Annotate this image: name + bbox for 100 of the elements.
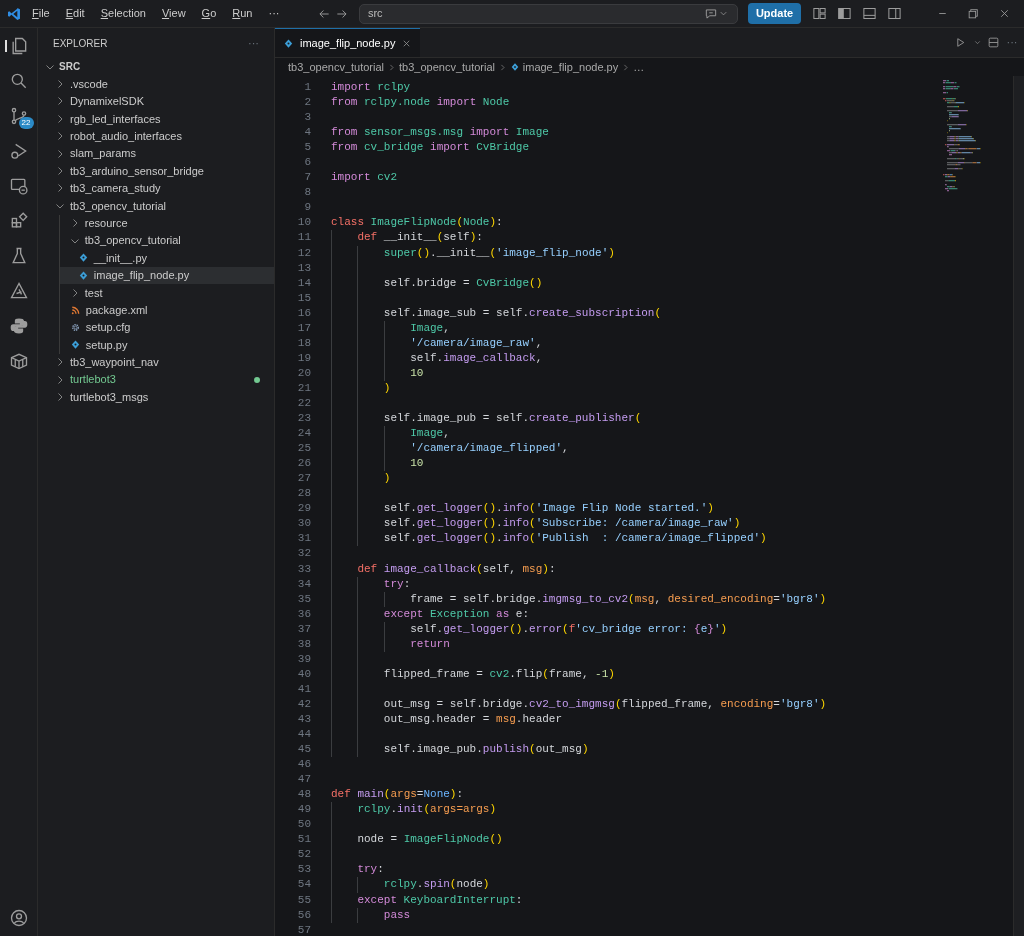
- update-button[interactable]: Update: [747, 3, 802, 24]
- line-number: 51: [296, 832, 311, 848]
- panel-toggle-icon[interactable]: [862, 6, 878, 21]
- tree-item[interactable]: slam_params: [38, 144, 274, 163]
- line-number: 9: [303, 200, 311, 216]
- more-actions-button[interactable]: ···: [1005, 33, 1019, 52]
- rss-icon: [69, 304, 81, 316]
- sidebar-toggle-icon[interactable]: [837, 6, 853, 21]
- line-number: 43: [296, 711, 311, 727]
- line-number: 50: [296, 817, 311, 833]
- section-header[interactable]: SRC: [38, 58, 274, 76]
- line-number: 33: [296, 561, 311, 577]
- line-number: 13: [296, 260, 311, 276]
- line-number: 17: [296, 320, 311, 336]
- run-debug-icon: [8, 141, 29, 161]
- breadcrumb-item[interactable]: tb3_opencv_tutorial: [288, 58, 384, 76]
- line-number: 24: [296, 426, 311, 442]
- menu-item[interactable]: File: [25, 3, 56, 24]
- tree-item[interactable]: DynamixelSDK: [38, 92, 274, 111]
- tree-item[interactable]: image_flip_node.py: [60, 266, 274, 285]
- tree-item[interactable]: tb3_waypoint_nav: [38, 353, 274, 372]
- line-number: 23: [296, 411, 311, 427]
- line-number: 48: [296, 787, 311, 803]
- line-number: 30: [296, 516, 311, 532]
- menu-item[interactable]: ···: [262, 3, 286, 24]
- line-number: 42: [296, 696, 311, 712]
- menu-item[interactable]: Edit: [59, 3, 91, 24]
- tree-item[interactable]: setup.cfg: [60, 318, 274, 337]
- python-file-icon: [77, 252, 89, 264]
- line-number: 54: [296, 877, 311, 893]
- more-actions-button[interactable]: ···: [247, 33, 260, 53]
- chevron-icon: [387, 62, 396, 72]
- tree-item[interactable]: package.xml: [60, 301, 274, 319]
- line-number: 10: [296, 215, 311, 231]
- tree-item[interactable]: tb3_opencv_tutorial: [38, 197, 274, 215]
- tree-item[interactable]: tb3_opencv_tutorial: [60, 231, 274, 250]
- secondary-sidebar-icon[interactable]: [887, 6, 903, 21]
- line-number: 40: [296, 666, 311, 682]
- menu-item[interactable]: Selection: [94, 3, 152, 24]
- restore-icon[interactable]: [967, 7, 981, 20]
- line-number: 22: [296, 396, 311, 411]
- caret-icon[interactable]: [972, 38, 982, 47]
- layout-icon[interactable]: [812, 6, 828, 21]
- command-center[interactable]: src: [358, 3, 739, 24]
- run-icon[interactable]: [954, 36, 967, 49]
- line-number: 49: [296, 802, 311, 818]
- line-number: 14: [296, 275, 311, 291]
- tree-item[interactable]: .vscode: [38, 75, 274, 93]
- python-file-icon: [283, 37, 294, 49]
- tree-item[interactable]: robot_audio_interfaces: [38, 127, 274, 145]
- tree-item[interactable]: rgb_led_interfaces: [38, 110, 274, 128]
- triangle-icon: [8, 281, 29, 301]
- line-number: 57: [296, 922, 311, 936]
- app-logo-icon: [6, 5, 22, 22]
- line-number: 55: [296, 892, 311, 908]
- tree-item[interactable]: setup.py: [60, 336, 274, 354]
- source-control-button[interactable]: 22: [6, 104, 31, 128]
- tree-item[interactable]: tb3_arduino_sensor_bridge: [38, 162, 274, 180]
- split-editor-icon[interactable]: [987, 36, 1000, 49]
- python-file-icon: [77, 269, 89, 281]
- line-number: 7: [303, 170, 311, 186]
- line-number: 31: [296, 531, 311, 547]
- editor-tab[interactable]: image_flip_node.py: [275, 28, 421, 57]
- line-number: 12: [296, 245, 311, 261]
- line-number: 25: [296, 441, 311, 457]
- tree-item[interactable]: turtlebot3_msgs: [38, 388, 274, 406]
- line-number: 47: [296, 772, 311, 788]
- tree-item[interactable]: resource: [60, 214, 274, 232]
- line-number: 8: [303, 185, 311, 201]
- line-number: 11: [296, 230, 311, 246]
- breadcrumb-item[interactable]: …: [633, 58, 645, 76]
- status-dot: [254, 376, 260, 383]
- python-icon: [8, 316, 29, 336]
- line-number: 36: [296, 606, 311, 622]
- line-number: 6: [303, 155, 311, 171]
- python-file-icon: [510, 62, 521, 72]
- gear-icon: [69, 322, 81, 334]
- tree-item[interactable]: tb3_camera_study: [38, 179, 274, 198]
- line-number: 20: [296, 365, 311, 381]
- line-number: 34: [296, 576, 311, 592]
- tree-item[interactable]: turtlebot3: [38, 371, 274, 389]
- line-number: 4: [303, 125, 311, 141]
- menu-item[interactable]: View: [155, 3, 192, 24]
- line-number: 2: [303, 95, 311, 111]
- tree-item[interactable]: test: [60, 284, 274, 302]
- chevron-icon: [498, 62, 508, 72]
- line-number: 16: [296, 305, 311, 321]
- line-number: 37: [296, 621, 311, 637]
- count-badge: 22: [18, 117, 34, 129]
- breadcrumb-item[interactable]: tb3_opencv_tutorial: [399, 58, 496, 76]
- line-number: 39: [296, 651, 311, 667]
- tree-item[interactable]: __init__.py: [60, 249, 274, 267]
- chevron-icon: [621, 62, 631, 72]
- monitor-icon: [8, 176, 29, 196]
- menu-item[interactable]: Go: [195, 3, 223, 24]
- menu-item[interactable]: Run: [226, 3, 259, 24]
- line-number: 21: [296, 380, 311, 396]
- chat-icon[interactable]: [704, 6, 719, 21]
- breadcrumb-item[interactable]: image_flip_node.py: [510, 58, 619, 76]
- line-number: 29: [296, 501, 311, 517]
